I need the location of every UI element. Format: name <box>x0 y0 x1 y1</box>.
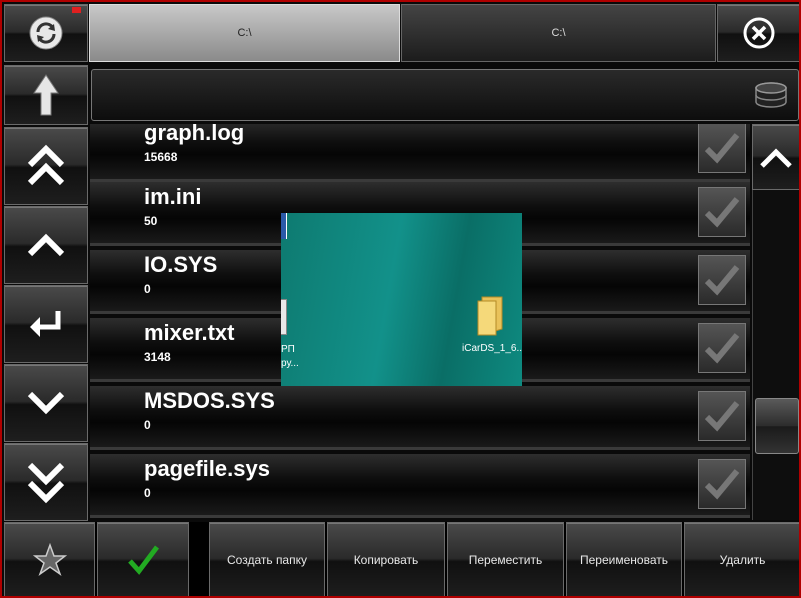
select-checkbox[interactable] <box>698 323 746 373</box>
chevron-up-icon <box>27 233 65 257</box>
copy-label: Копировать <box>353 553 419 567</box>
select-mode-button[interactable] <box>97 522 189 596</box>
scrollbar-thumb[interactable] <box>755 398 799 454</box>
checkmark-icon <box>704 133 740 164</box>
select-checkbox[interactable] <box>698 255 746 305</box>
toolbar-spacer <box>191 522 209 596</box>
checkmark-icon <box>704 333 740 364</box>
refresh-button[interactable] <box>4 4 88 62</box>
desktop-icon-label: iCarDS_1_6... <box>462 343 522 354</box>
database-icon[interactable] <box>754 82 788 110</box>
refresh-icon <box>29 16 63 50</box>
move-button[interactable]: Переместить <box>447 522 564 596</box>
select-checkbox[interactable] <box>698 391 746 441</box>
file-size: 50 <box>144 214 158 228</box>
desktop-icon-label: РП ру... <box>281 344 299 369</box>
left-nav <box>4 4 88 521</box>
double-chevron-up-icon <box>27 144 65 186</box>
path-field[interactable] <box>91 69 799 121</box>
checkmark-icon <box>704 469 740 500</box>
move-label: Переместить <box>468 553 543 567</box>
file-size: 0 <box>144 486 151 500</box>
rename-label: Переименовать <box>580 553 668 567</box>
chevron-up-icon <box>760 148 792 168</box>
file-size: 3148 <box>144 350 171 364</box>
file-name: pagefile.sys <box>144 456 270 481</box>
file-row[interactable]: MSDOS.SYS 0 <box>90 386 750 450</box>
favorites-button[interactable] <box>4 522 95 596</box>
file-size: 0 <box>144 282 151 296</box>
enter-icon <box>30 311 61 337</box>
scroll-up-button[interactable] <box>752 124 799 190</box>
tab-right-panel[interactable]: C:\ <box>401 4 716 62</box>
page-up-button[interactable] <box>4 127 88 205</box>
up-directory-button[interactable] <box>4 65 88 125</box>
close-icon <box>743 17 775 49</box>
select-checkbox[interactable] <box>698 124 746 173</box>
double-chevron-down-icon <box>27 462 65 504</box>
create-folder-button[interactable]: Создать папку <box>209 522 325 596</box>
folder-icon <box>477 296 503 336</box>
line-down-button[interactable] <box>4 364 88 442</box>
tab-label: C:\ <box>237 27 252 39</box>
window-strip <box>281 213 287 239</box>
tab-left-panel[interactable]: C:\ <box>89 4 400 62</box>
line-up-button[interactable] <box>4 206 88 284</box>
app-window: C:\ C:\ graph.log 15668 im.ini 50 IO.SYS… <box>0 0 801 598</box>
copy-button[interactable]: Копировать <box>327 522 445 596</box>
file-size: 0 <box>144 418 151 432</box>
checkmark-icon <box>704 401 740 432</box>
enter-button[interactable] <box>4 285 88 363</box>
status-indicator <box>72 7 81 13</box>
delete-label: Удалить <box>719 553 766 567</box>
checkmark-icon <box>704 197 740 228</box>
document-icon <box>281 299 287 335</box>
arrow-up-icon <box>33 74 59 116</box>
desktop-preview-overlay: РП ру... iCarDS_1_6... <box>281 213 522 386</box>
tab-label: C:\ <box>551 27 566 39</box>
checkmark-icon <box>704 265 740 296</box>
file-row[interactable]: pagefile.sys 0 <box>90 454 750 518</box>
chevron-down-icon <box>27 391 65 415</box>
delete-button[interactable]: Удалить <box>684 522 799 596</box>
file-name: mixer.txt <box>144 320 235 345</box>
file-size: 15668 <box>144 150 178 164</box>
page-down-button[interactable] <box>4 443 88 521</box>
file-row[interactable]: graph.log 15668 <box>90 124 750 182</box>
create-folder-label: Создать папку <box>227 553 307 567</box>
close-button[interactable] <box>717 4 799 62</box>
rename-button[interactable]: Переименовать <box>566 522 682 596</box>
file-name: MSDOS.SYS <box>144 388 275 413</box>
select-checkbox[interactable] <box>698 459 746 509</box>
star-icon <box>32 543 67 576</box>
file-name: IO.SYS <box>144 252 218 277</box>
file-name: im.ini <box>144 184 202 209</box>
checkmark-icon <box>128 545 159 575</box>
select-checkbox[interactable] <box>698 187 746 237</box>
file-name: graph.log <box>144 124 245 145</box>
